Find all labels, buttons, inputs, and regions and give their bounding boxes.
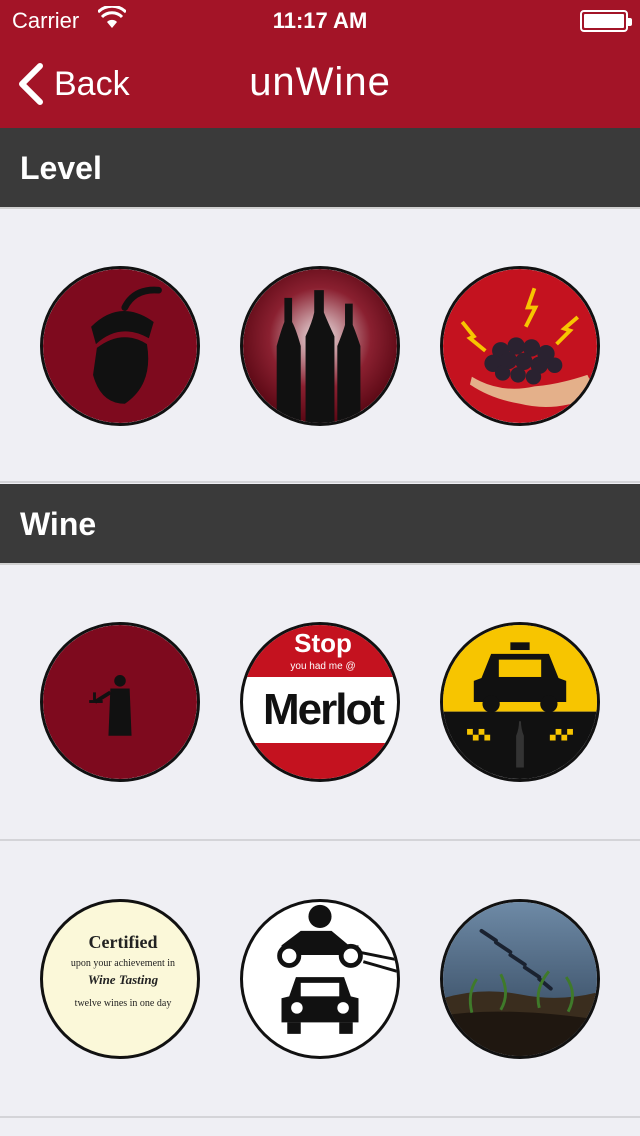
certified-line1: upon your achievement in — [70, 958, 176, 969]
certified-title: Certified — [88, 932, 158, 952]
certified-line3: twelve wines in one day — [74, 998, 172, 1009]
motorbike-car-icon — [277, 904, 397, 1034]
waiter-icon — [43, 625, 197, 779]
battery-icon — [580, 10, 632, 32]
grape-lightning-badge[interactable] — [440, 266, 600, 426]
status-bar: Carrier 11:17 AM — [0, 0, 640, 40]
app-logo: unWine — [249, 60, 391, 104]
rain-field-badge[interactable] — [440, 899, 600, 1059]
merlot-label: Merlot — [263, 685, 385, 734]
navigation-bar: Carrier 11:17 AM Back unWine — [0, 0, 640, 128]
grape-hand-icon — [443, 269, 597, 423]
certified-line2: Wine Tasting — [87, 972, 159, 987]
clock: 11:17 AM — [272, 8, 368, 33]
section-header-wine: Wine — [0, 484, 640, 565]
motorbike-car-badge[interactable] — [240, 899, 400, 1059]
sommelier-badge[interactable] — [40, 622, 200, 782]
merlot-badge[interactable]: Stop you had me @ Merlot — [240, 622, 400, 782]
stop-label: Stop — [294, 628, 352, 658]
wine-bottles-badge[interactable] — [240, 266, 400, 426]
acorn-icon — [43, 269, 197, 423]
merlot-subtitle: you had me @ — [290, 661, 356, 672]
taxi-icon — [443, 625, 597, 779]
badge-row — [0, 209, 640, 483]
badge-row: Certified upon your achievement in Wine … — [0, 842, 640, 1118]
certified-badge[interactable]: Certified upon your achievement in Wine … — [40, 899, 200, 1059]
section-header-level: Level — [0, 128, 640, 209]
taxi-badge[interactable] — [440, 622, 600, 782]
badge-row: Stop you had me @ Merlot — [0, 565, 640, 841]
wine-bottles-icon — [243, 269, 397, 423]
storm-field-icon — [443, 902, 597, 1056]
acorn-badge[interactable] — [40, 266, 200, 426]
